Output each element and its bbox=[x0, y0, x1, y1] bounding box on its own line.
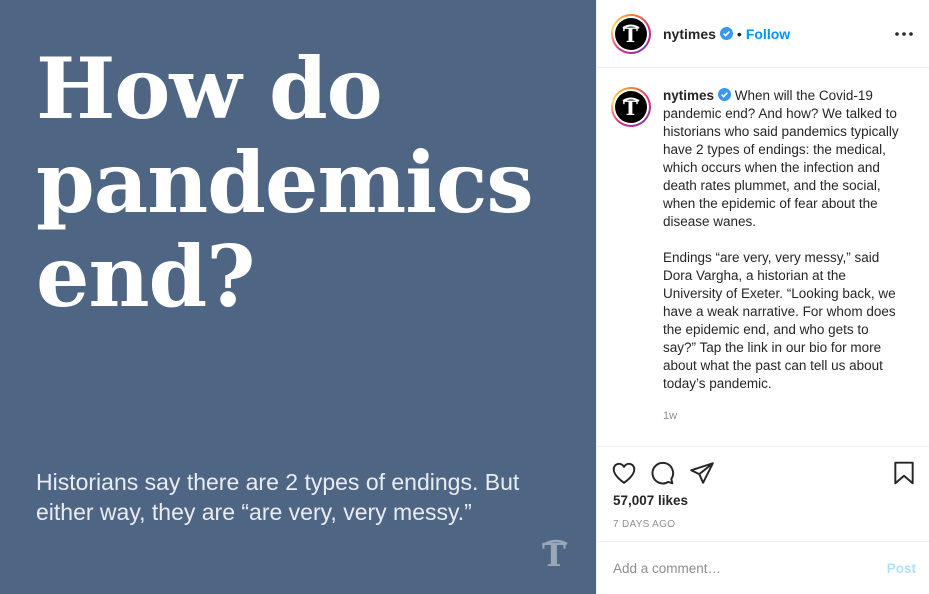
caption-paragraph-2: Endings “are very, very messy,” said Dor… bbox=[663, 250, 900, 391]
comment-icon[interactable] bbox=[649, 460, 675, 486]
avatar[interactable]: T bbox=[611, 13, 651, 54]
caption-paragraph-1-text: When will the Covid-19 pandemic end? And… bbox=[663, 88, 903, 229]
verified-badge-icon bbox=[719, 27, 733, 40]
heart-icon[interactable] bbox=[611, 460, 637, 486]
follow-button[interactable]: Follow bbox=[746, 26, 790, 42]
caption-text: nytimes When will the Covid-19 pandemic … bbox=[663, 87, 903, 446]
bookmark-icon[interactable] bbox=[891, 460, 917, 486]
avatar-ring: T bbox=[613, 15, 649, 52]
nyt-logo-icon: T bbox=[541, 536, 571, 574]
share-icon[interactable] bbox=[689, 460, 715, 486]
comment-input[interactable] bbox=[613, 560, 887, 576]
image-headline: How do pandemics end? bbox=[36, 39, 534, 326]
caption-username[interactable]: nytimes bbox=[663, 88, 714, 103]
more-options-icon[interactable] bbox=[892, 22, 916, 46]
image-subline: Historians say there are 2 types of endi… bbox=[36, 469, 520, 525]
likes-count[interactable]: 57,007 likes bbox=[613, 493, 688, 508]
caption-paragraph-1: nytimes When will the Covid-19 pandemic … bbox=[663, 87, 903, 231]
action-bar bbox=[597, 448, 929, 494]
nyt-avatar-icon: T bbox=[615, 91, 647, 123]
post-sidebar: T nytimes • Follow T nytimes When will t… bbox=[596, 0, 929, 594]
avatar-ring: T bbox=[613, 89, 649, 125]
post-image[interactable]: How do pandemics end? Historians say the… bbox=[0, 0, 596, 594]
separator-dot: • bbox=[736, 25, 742, 42]
comment-bar: Post bbox=[597, 541, 929, 594]
nyt-avatar-icon: T bbox=[615, 17, 647, 50]
header-username[interactable]: nytimes bbox=[663, 26, 716, 42]
caption-time-ago[interactable]: 1w bbox=[663, 407, 903, 425]
verified-badge-icon bbox=[718, 88, 732, 101]
post-header: T nytimes • Follow bbox=[597, 0, 929, 68]
caption-avatar[interactable]: T bbox=[611, 87, 651, 127]
post-date[interactable]: 7 DAYS AGO bbox=[613, 519, 675, 530]
post-comment-button[interactable]: Post bbox=[887, 561, 916, 576]
instagram-post: How do pandemics end? Historians say the… bbox=[0, 0, 929, 594]
caption-section: T nytimes When will the Covid-19 pandemi… bbox=[597, 69, 929, 447]
